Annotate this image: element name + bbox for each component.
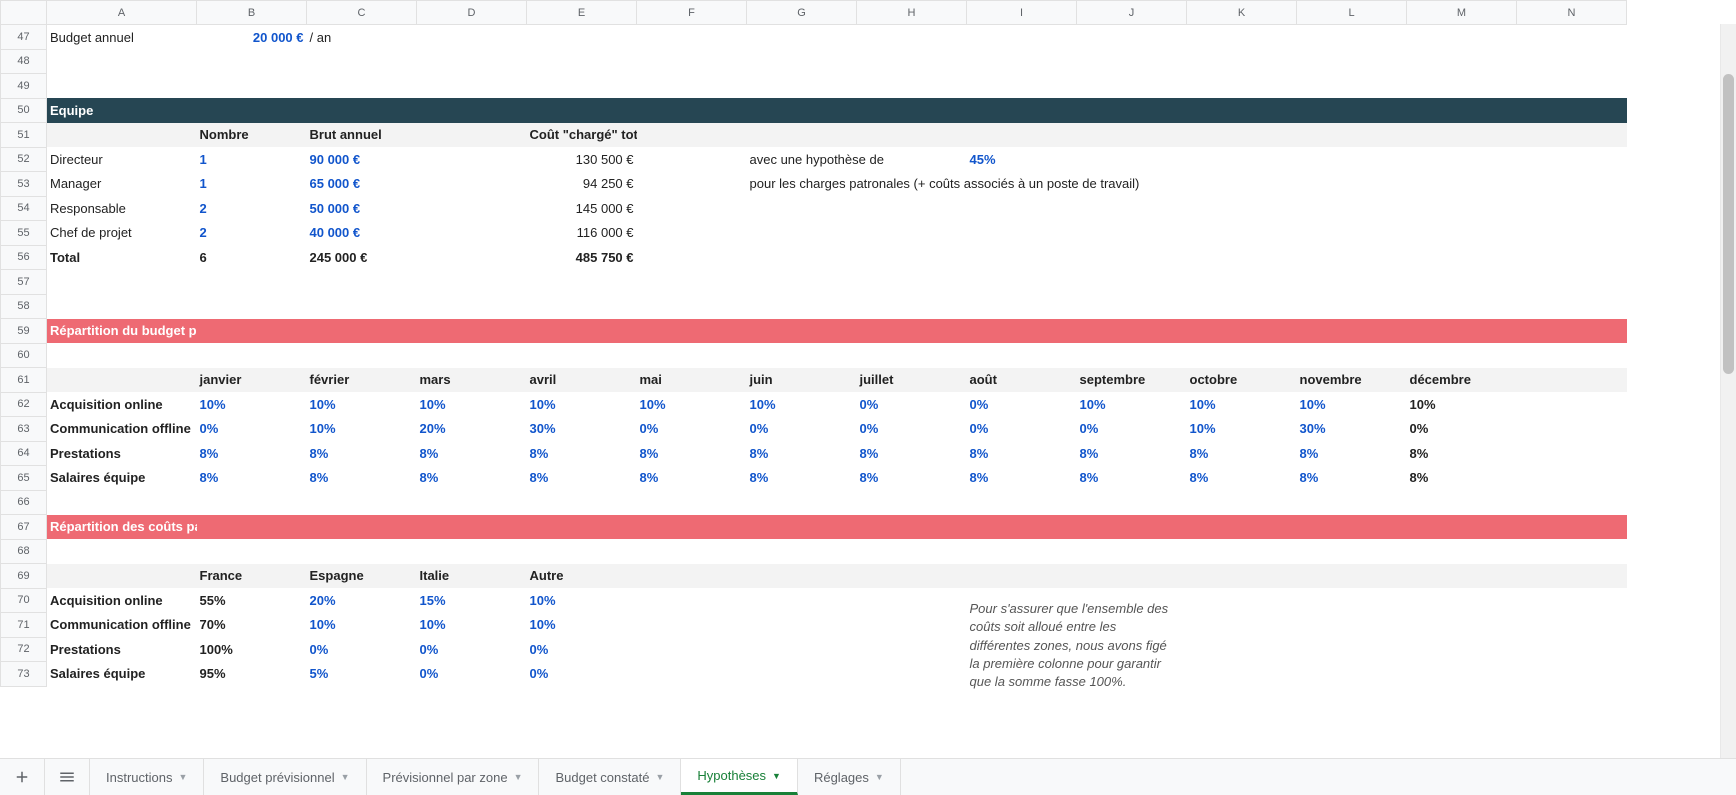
tab-label: Réglages <box>814 770 869 785</box>
tab-label: Prévisionnel par zone <box>383 770 508 785</box>
row-number[interactable]: 69 <box>1 564 47 589</box>
chevron-down-icon: ▼ <box>514 772 523 782</box>
column-header[interactable]: C <box>307 1 417 25</box>
column-header[interactable]: L <box>1297 1 1407 25</box>
budget-label: Budget annuel <box>47 25 197 50</box>
column-header[interactable]: J <box>1077 1 1187 25</box>
row-number[interactable]: 57 <box>1 270 47 295</box>
row-number[interactable]: 49 <box>1 74 47 99</box>
column-header[interactable]: E <box>527 1 637 25</box>
equipe-column-headers: 51NombreBrut annuelCoût "chargé" total <box>1 123 1627 148</box>
row-number[interactable]: 47 <box>1 25 47 50</box>
column-header[interactable]: D <box>417 1 527 25</box>
tab-label: Budget constaté <box>555 770 649 785</box>
column-header[interactable]: B <box>197 1 307 25</box>
sheet-tab[interactable]: Prévisionnel par zone ▼ <box>367 759 540 795</box>
sheet-tab[interactable]: Instructions ▼ <box>90 759 204 795</box>
tab-label: Instructions <box>106 770 172 785</box>
column-header[interactable]: H <box>857 1 967 25</box>
equipe-row: 53Manager165 000 €94 250 €pour les charg… <box>1 172 1627 197</box>
mois-data-row: 65Salaires équipe8%8%8%8%8%8%8%8%8%8%8%8… <box>1 466 1627 491</box>
row-number[interactable]: 59 <box>1 319 47 344</box>
column-header[interactable]: I <box>967 1 1077 25</box>
sheet-tab[interactable]: Réglages ▼ <box>798 759 901 795</box>
column-header[interactable]: N <box>1517 1 1627 25</box>
row-number[interactable]: 62 <box>1 392 47 417</box>
equipe-total-row: 56Total6245 000 €485 750 € <box>1 245 1627 270</box>
pays-data-row: 70Acquisition online55%20%15%10%Pour s'a… <box>1 588 1627 613</box>
all-sheets-button[interactable] <box>45 759 90 795</box>
chevron-down-icon: ▼ <box>178 772 187 782</box>
row-number[interactable]: 54 <box>1 196 47 221</box>
row-number[interactable]: 53 <box>1 172 47 197</box>
section-repartition-mois-header: 59Répartition du budget par par mois <box>1 319 1627 344</box>
countries-header: 69FranceEspagneItalieAutre <box>1 564 1627 589</box>
pays-data-row: 73Salaires équipe95%5%0%0% <box>1 662 1627 687</box>
budget-value: 20 000 € <box>253 30 304 45</box>
sheet-tab[interactable]: Budget prévisionnel ▼ <box>204 759 366 795</box>
mois-data-row: 64Prestations8%8%8%8%8%8%8%8%8%8%8%8% <box>1 441 1627 466</box>
row-number[interactable]: 73 <box>1 662 47 687</box>
pays-data-row: 71Communication offline70%10%10%10% <box>1 613 1627 638</box>
chevron-down-icon: ▼ <box>341 772 350 782</box>
row-number[interactable]: 48 <box>1 49 47 74</box>
months-header: 61janvierfévriermarsavrilmaijuinjuilleta… <box>1 368 1627 393</box>
row-number[interactable]: 50 <box>1 98 47 123</box>
column-header[interactable]: A <box>47 1 197 25</box>
row-number[interactable]: 70 <box>1 588 47 613</box>
equipe-row: 54Responsable250 000 €145 000 € <box>1 196 1627 221</box>
mois-data-row: 62Acquisition online10%10%10%10%10%10%0%… <box>1 392 1627 417</box>
sheet-tab[interactable]: Hypothèses ▼ <box>681 759 798 795</box>
column-header[interactable]: K <box>1187 1 1297 25</box>
sheet-tab-bar: Instructions▼Budget prévisionnel▼Prévisi… <box>0 758 1736 795</box>
tab-label: Budget prévisionnel <box>220 770 334 785</box>
column-headers[interactable]: ABCDEFGHIJKLMN <box>1 1 1627 25</box>
sheet-tab[interactable]: Budget constaté ▼ <box>539 759 681 795</box>
mois-data-row: 63Communication offline0%10%20%30%0%0%0%… <box>1 417 1627 442</box>
column-header[interactable]: M <box>1407 1 1517 25</box>
pays-data-row: 72Prestations100%0%0%0% <box>1 637 1627 662</box>
row-number[interactable]: 60 <box>1 343 47 368</box>
column-header[interactable]: F <box>637 1 747 25</box>
row-number[interactable]: 56 <box>1 245 47 270</box>
equipe-row: 55Chef de projet240 000 €116 000 € <box>1 221 1627 246</box>
vertical-scrollbar[interactable] <box>1720 24 1736 759</box>
add-sheet-button[interactable] <box>0 759 45 795</box>
column-header[interactable]: G <box>747 1 857 25</box>
charges-pct: 45% <box>970 152 996 167</box>
row-number[interactable]: 66 <box>1 490 47 515</box>
tab-label: Hypothèses <box>697 768 766 783</box>
row-number[interactable]: 51 <box>1 123 47 148</box>
row-number[interactable]: 67 <box>1 515 47 540</box>
row-number[interactable]: 71 <box>1 613 47 638</box>
spreadsheet-grid[interactable]: ABCDEFGHIJKLMN47Budget annuel20 000 €/ a… <box>0 0 1627 687</box>
column-header[interactable] <box>1 1 47 25</box>
budget-unit: / an <box>307 25 417 50</box>
section-repartition-pays-header: 67Répartition des coûts par pays / filia… <box>1 515 1627 540</box>
scroll-thumb[interactable] <box>1723 74 1734 374</box>
row-number[interactable]: 52 <box>1 147 47 172</box>
row-number[interactable]: 63 <box>1 417 47 442</box>
row-number[interactable]: 58 <box>1 294 47 319</box>
row-number[interactable]: 72 <box>1 637 47 662</box>
row-number[interactable]: 55 <box>1 221 47 246</box>
chevron-down-icon: ▼ <box>655 772 664 782</box>
row-number[interactable]: 61 <box>1 368 47 393</box>
row-number[interactable]: 64 <box>1 441 47 466</box>
section-equipe-header: 50Equipe <box>1 98 1627 123</box>
chevron-down-icon: ▼ <box>772 771 781 781</box>
row-number[interactable]: 68 <box>1 539 47 564</box>
equipe-row: 52Directeur190 000 €130 500 €avec une hy… <box>1 147 1627 172</box>
row-number[interactable]: 65 <box>1 466 47 491</box>
chevron-down-icon: ▼ <box>875 772 884 782</box>
